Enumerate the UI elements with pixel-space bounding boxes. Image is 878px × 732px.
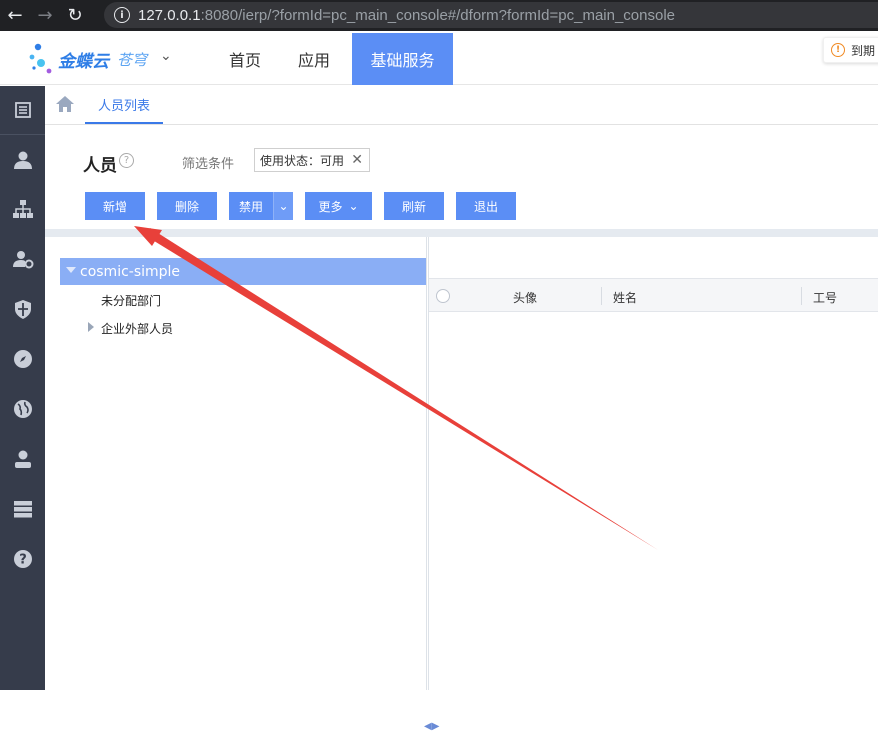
column-divider [801, 287, 802, 305]
sidebar-item-compass[interactable] [0, 339, 45, 379]
sidebar-item-account[interactable] [0, 439, 45, 479]
page-title: 人员 [83, 156, 117, 176]
chevron-down-icon[interactable]: ⌄ [160, 48, 172, 64]
tab-person-list[interactable]: 人员列表 [85, 86, 163, 124]
grid-header: 头像 姓名 工号 [429, 278, 878, 312]
list-icon [14, 102, 31, 118]
forward-icon[interactable]: → [30, 0, 60, 31]
home-icon[interactable] [55, 95, 75, 113]
shield-icon [14, 300, 31, 319]
url-host: 127.0.0.1 [138, 6, 201, 24]
sidebar-item-user-settings[interactable] [0, 239, 45, 279]
more-button[interactable]: 更多 ⌄ [305, 192, 372, 220]
nav-home[interactable]: 首页 [229, 33, 261, 85]
address-bar[interactable]: i 127.0.0.1:8080/ierp/?formId=pc_main_co… [104, 2, 878, 28]
person-grid-panel: 头像 姓名 工号 [428, 237, 878, 690]
splitter-handle-icon[interactable]: ◀▶ [424, 721, 439, 732]
sidebar-item-globe[interactable] [0, 389, 45, 429]
info-icon[interactable]: i [114, 7, 130, 23]
more-label: 更多 [318, 199, 343, 214]
expiry-notice[interactable]: ! 到期 [823, 37, 878, 63]
filter-chip[interactable]: 使用状态：可用 ✕ [254, 148, 370, 172]
org-tree-panel: cosmic-simple 未分配部门 企业外部人员 ◀▶ [55, 237, 439, 732]
section-divider [45, 229, 878, 237]
globe-icon [13, 400, 32, 418]
help-icon: ? [13, 550, 32, 568]
chevron-down-icon[interactable]: ⌄ [273, 192, 293, 220]
tree-root-node[interactable]: cosmic-simple [60, 258, 426, 285]
compass-icon [13, 350, 32, 368]
chevron-down-icon: ⌄ [348, 199, 359, 213]
main-content: 人员 ? 筛选条件 使用状态：可用 ✕ 新增 删除 禁用 ⌄ 更多 ⌄ 刷新 退… [45, 125, 878, 732]
tree-item-external[interactable]: 企业外部人员 [101, 320, 173, 337]
sidebar-item-security[interactable] [0, 289, 45, 329]
server-icon [13, 501, 32, 518]
logo-icon [29, 43, 52, 74]
question-icon[interactable]: ? [119, 153, 134, 168]
tree-root-label: cosmic-simple [80, 263, 181, 280]
caret-down-icon[interactable] [66, 267, 76, 273]
user-gear-icon [12, 251, 33, 269]
brand-name: 金蝶云 [58, 52, 109, 72]
notice-text: 到期 [851, 43, 876, 58]
sidebar: ? [0, 86, 45, 690]
refresh-button[interactable]: 刷新 [384, 192, 444, 220]
nav-apps[interactable]: 应用 [298, 33, 330, 85]
close-icon[interactable]: ✕ [351, 152, 363, 168]
col-avatar[interactable]: 头像 [513, 289, 537, 306]
url-path: :8080/ierp/?formId=pc_main_console#/dfor… [200, 6, 676, 24]
org-chart-icon [12, 200, 33, 218]
column-divider [601, 287, 602, 305]
back-icon[interactable]: ← [0, 0, 30, 31]
caret-right-icon[interactable] [88, 322, 94, 332]
filter-label: 筛选条件 [182, 157, 235, 172]
select-all-checkbox[interactable] [436, 289, 450, 303]
person-icon [14, 450, 31, 468]
brand-subname: 苍穹 [117, 51, 148, 69]
svg-text:?: ? [19, 553, 27, 568]
user-icon [13, 151, 32, 169]
col-name[interactable]: 姓名 [613, 289, 637, 306]
filter-chip-text: 使用状态：可用 [260, 153, 345, 168]
reload-icon[interactable]: ↻ [60, 0, 90, 31]
exit-button[interactable]: 退出 [456, 192, 516, 220]
tab-strip: 人员列表 [45, 86, 878, 125]
disable-label: 禁用 [238, 199, 263, 214]
app-header: 金蝶云 苍穹 ⌄ 首页 应用 基础服务 ! 到期 [0, 31, 878, 85]
sidebar-item-server[interactable] [0, 489, 45, 529]
col-employee-no[interactable]: 工号 [813, 289, 837, 306]
tree-item-unassigned[interactable]: 未分配部门 [101, 292, 161, 309]
sidebar-item-list[interactable] [0, 90, 45, 130]
nav-basic-services[interactable]: 基础服务 [352, 33, 453, 85]
warning-icon: ! [831, 43, 845, 57]
sidebar-item-person[interactable] [0, 140, 45, 180]
url-text: 127.0.0.1:8080/ierp/?formId=pc_main_cons… [138, 7, 675, 24]
browser-toolbar: ← → ↻ i 127.0.0.1:8080/ierp/?formId=pc_m… [0, 0, 878, 31]
sidebar-item-help[interactable]: ? [0, 539, 45, 579]
sidebar-item-org[interactable] [0, 189, 45, 229]
sidebar-divider [0, 134, 45, 135]
delete-button[interactable]: 删除 [157, 192, 217, 220]
disable-button[interactable]: 禁用 ⌄ [229, 192, 293, 220]
new-button[interactable]: 新增 [85, 192, 145, 220]
